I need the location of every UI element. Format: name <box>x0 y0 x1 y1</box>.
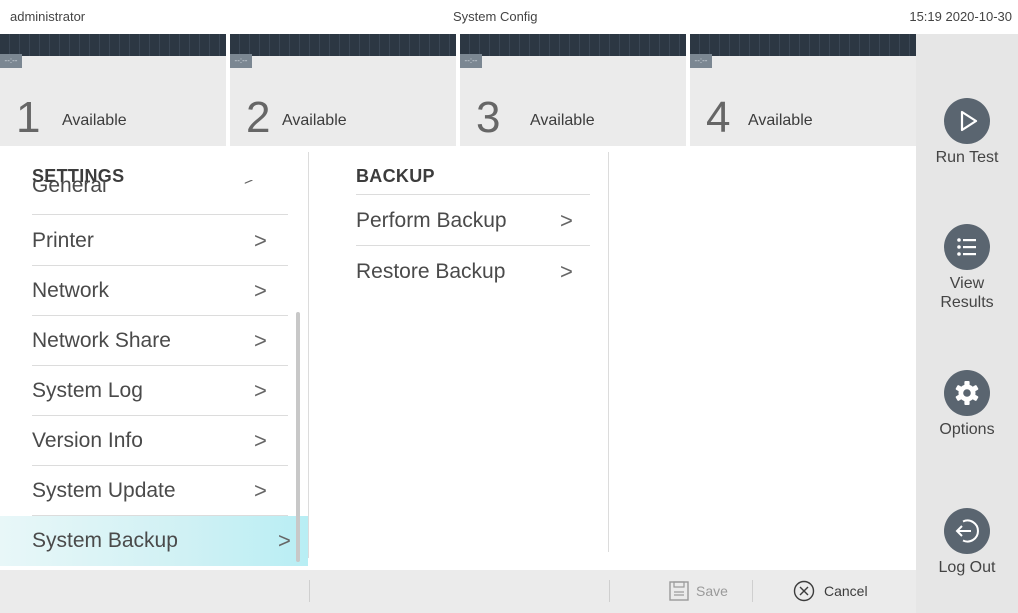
module-number: 2 <box>246 93 271 142</box>
divider <box>609 580 610 602</box>
play-icon <box>944 98 990 144</box>
restore-backup-item[interactable]: Restore Backup > <box>356 247 590 297</box>
module-lock-indicator: --:-- <box>230 54 252 68</box>
list-icon <box>944 224 990 270</box>
module-lock-indicator: --:-- <box>0 54 22 68</box>
chevron-right-icon: > <box>254 328 267 353</box>
settings-item-network[interactable]: Network > <box>32 266 288 316</box>
view-results-label-line2: Results <box>940 294 994 311</box>
settings-item-system-backup[interactable]: System Backup > <box>0 516 308 566</box>
view-results-label: View Results <box>916 274 1018 312</box>
view-results-button[interactable]: View Results <box>916 224 1018 312</box>
perform-backup-item[interactable]: Perform Backup > <box>356 196 590 246</box>
settings-item-label: Network <box>32 279 110 302</box>
log-out-label: Log Out <box>938 559 996 576</box>
options-button[interactable]: Options <box>916 370 1018 439</box>
settings-item-system-log[interactable]: System Log > <box>32 366 288 416</box>
divider <box>32 214 288 215</box>
chevron-right-icon: > <box>254 478 267 503</box>
logout-icon <box>944 508 990 554</box>
settings-scrollbar[interactable] <box>296 312 300 562</box>
user-name: administrator <box>10 9 86 24</box>
divider <box>356 194 590 195</box>
restore-backup-label: Restore Backup <box>356 260 506 283</box>
settings-item-system-update[interactable]: System Update > <box>32 466 288 516</box>
chevron-right-icon: > <box>254 428 267 453</box>
module-strip <box>230 34 456 56</box>
chevron-right-icon: > <box>254 278 267 303</box>
clock: 15:19 2020-10-30 <box>909 9 1012 24</box>
module-lock-indicator: --:-- <box>690 54 712 68</box>
module-tile-4[interactable]: --:-- 4 Available <box>690 34 916 146</box>
module-tile-3[interactable]: --:-- 3 Available <box>460 34 686 146</box>
status-bar: administrator System Config 15:19 2020-1… <box>0 0 1018 34</box>
settings-list: SETTINGS General > Printer > Network > N… <box>0 146 308 570</box>
settings-item-label: System Update <box>32 479 176 502</box>
backup-heading: BACKUP <box>356 166 435 186</box>
module-number: 4 <box>706 93 731 142</box>
settings-item-network-share[interactable]: Network Share > <box>32 316 288 366</box>
bottom-action-bar: Save Cancel <box>0 570 916 613</box>
divider <box>309 580 310 602</box>
settings-item-label: System Backup <box>32 529 178 552</box>
gear-icon <box>944 370 990 416</box>
perform-backup-label: Perform Backup <box>356 209 507 232</box>
module-strip <box>0 34 226 56</box>
log-out-button[interactable]: Log Out <box>916 508 1018 577</box>
module-lock-indicator: --:-- <box>460 54 482 68</box>
module-strip <box>690 34 916 56</box>
divider <box>752 580 753 602</box>
close-icon <box>793 580 815 602</box>
chevron-right-icon: > <box>278 528 291 553</box>
module-strip <box>460 34 686 56</box>
module-status: Available <box>530 112 595 129</box>
module-status: Available <box>62 112 127 129</box>
settings-item-label: Network Share <box>32 329 171 352</box>
save-label: Save <box>696 583 728 599</box>
run-test-label: Run Test <box>935 149 999 166</box>
settings-item-label: System Log <box>32 379 143 402</box>
options-label: Options <box>939 421 995 438</box>
settings-item-label: Version Info <box>32 429 143 452</box>
main-content: SETTINGS General > Printer > Network > N… <box>0 146 916 570</box>
divider <box>308 152 309 558</box>
view-results-label-line1: View <box>949 275 985 292</box>
right-sidebar: Run Test View Results Options Log Out <box>916 34 1018 613</box>
page-title: System Config <box>453 9 538 24</box>
settings-item-label: General <box>32 180 107 194</box>
module-number: 3 <box>476 93 501 142</box>
settings-item-printer[interactable]: Printer > <box>32 216 288 266</box>
module-bar: --:-- 1 Available --:-- 2 Available --:-… <box>0 34 916 146</box>
save-icon <box>669 581 689 601</box>
settings-item-label: Printer <box>32 229 94 252</box>
divider <box>608 152 609 552</box>
run-test-button[interactable]: Run Test <box>916 98 1018 167</box>
chevron-right-icon: > <box>254 378 267 403</box>
module-tile-2[interactable]: --:-- 2 Available <box>230 34 456 146</box>
cancel-label: Cancel <box>824 583 868 599</box>
module-number: 1 <box>16 93 41 142</box>
module-tile-1[interactable]: --:-- 1 Available <box>0 34 226 146</box>
settings-item-version-info[interactable]: Version Info > <box>32 416 288 466</box>
chevron-right-icon: > <box>244 180 254 189</box>
settings-item-general[interactable]: General > <box>32 180 288 194</box>
chevron-right-icon: > <box>560 208 573 233</box>
module-status: Available <box>282 112 347 129</box>
module-status: Available <box>748 112 813 129</box>
chevron-right-icon: > <box>560 259 573 284</box>
chevron-right-icon: > <box>254 228 267 253</box>
